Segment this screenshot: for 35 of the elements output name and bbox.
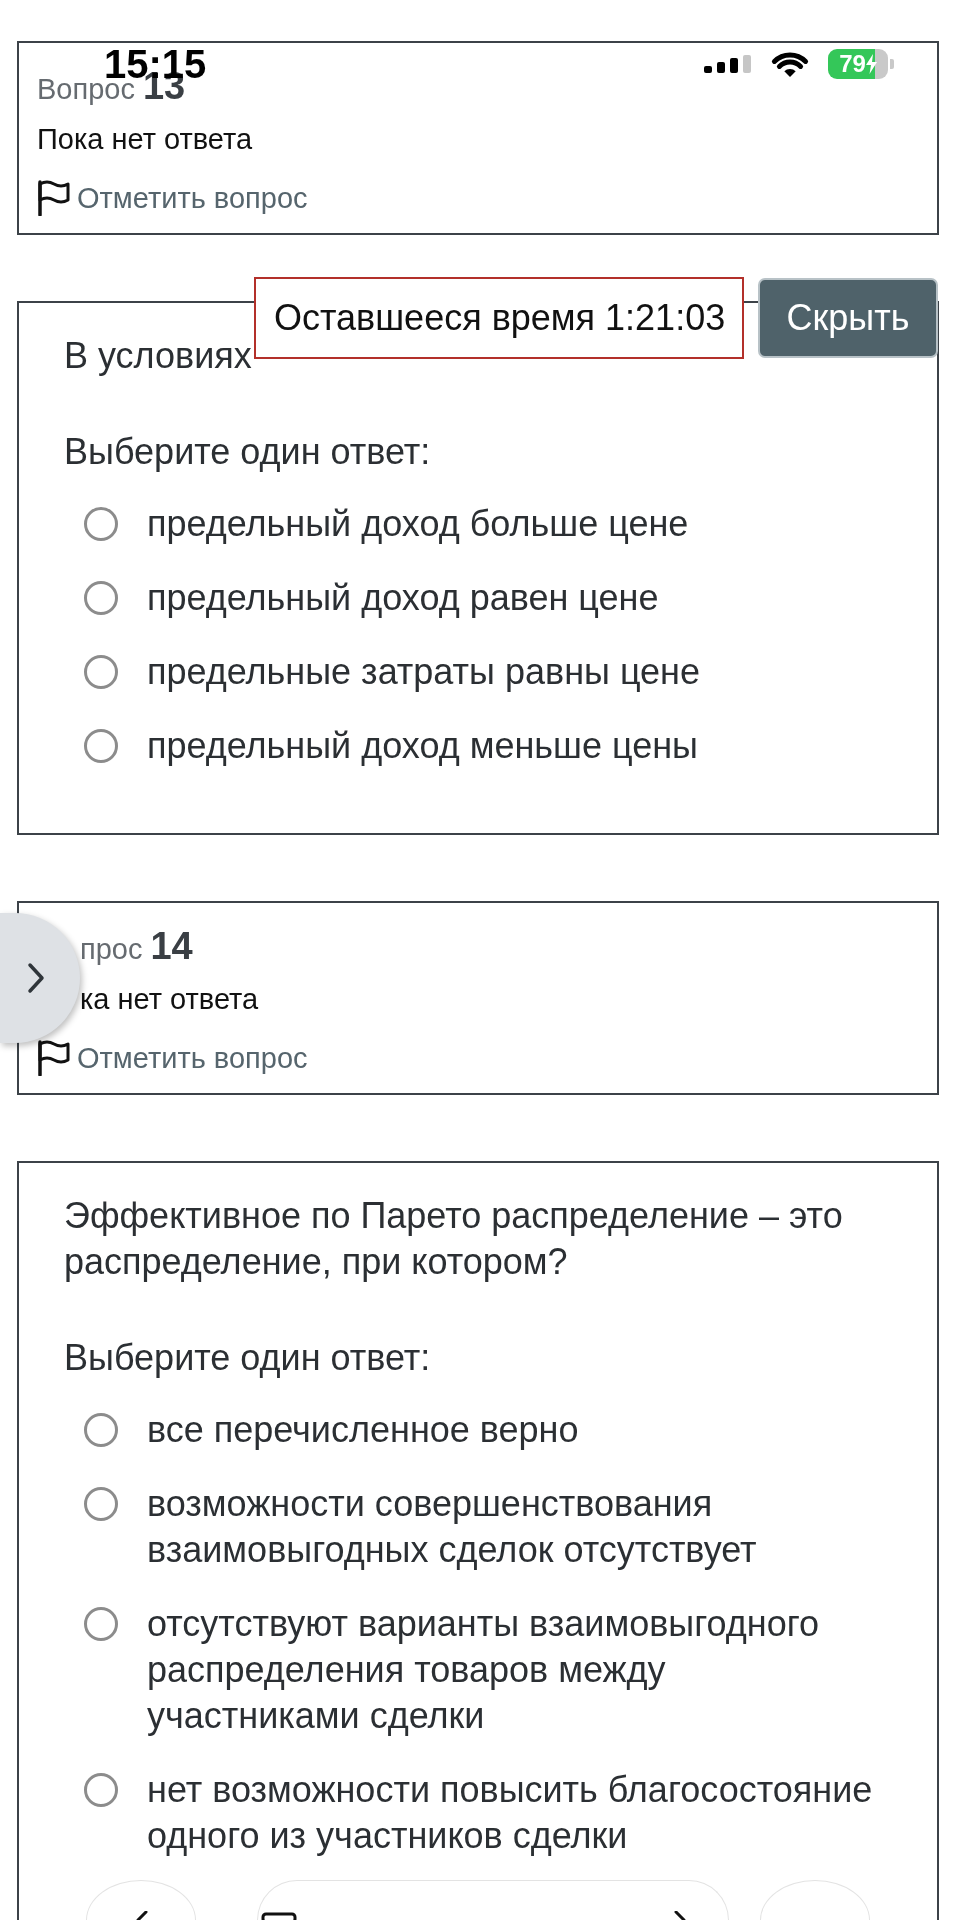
flag-question-link[interactable]: Отметить вопрос <box>37 180 308 216</box>
answer-option-label[interactable]: отсутствуют варианты взаимовыгодного распределения товаров между участниками сделки <box>147 1601 879 1739</box>
chevron-right-icon <box>26 962 46 994</box>
radio-button[interactable] <box>84 729 118 763</box>
answer-prompt: Выберите один ответ: <box>64 1336 431 1380</box>
hide-timer-button[interactable]: Скрыть <box>758 278 938 358</box>
question-text: В условиях <box>64 334 252 378</box>
answer-prompt: Выберите один ответ: <box>64 430 431 474</box>
radio-button[interactable] <box>84 655 118 689</box>
answer-option-label[interactable]: предельный доход равен цене <box>147 575 879 621</box>
radio-button[interactable] <box>84 507 118 541</box>
answer-option-label[interactable]: все перечисленное верно <box>147 1407 879 1453</box>
answer-option-label[interactable]: предельные затраты равны цене <box>147 649 879 695</box>
signal-icon <box>704 55 752 73</box>
timer-text: Оставшееся время 1:21:03 <box>274 296 726 340</box>
chevron-left-icon <box>134 1911 148 1920</box>
flag-question-link[interactable]: Отметить вопрос <box>37 1040 308 1076</box>
radio-button[interactable] <box>84 581 118 615</box>
radio-button[interactable] <box>84 1413 118 1447</box>
answer-status: Пока нет ответа <box>37 122 253 157</box>
question-text: Эффективное по Парето распределение – это распределение, при котором? <box>64 1194 844 1284</box>
radio-button[interactable] <box>84 1773 118 1807</box>
answer-option-label[interactable]: предельный доход больше цене <box>147 501 879 547</box>
answer-option-label[interactable]: нет возможности повысить благосостояние одного из участников сделки <box>147 1767 879 1859</box>
question-label: прос <box>80 932 143 967</box>
answer-status: ка нет ответа <box>80 982 259 1017</box>
battery-percentage: 79 <box>839 49 866 79</box>
answer-option-label[interactable]: возможности совершенствования взаимовыгодных сделок отсутствует <box>147 1481 879 1573</box>
lightning-bolt-icon <box>865 54 877 74</box>
chevron-right-icon <box>674 1911 688 1920</box>
wifi-icon <box>770 50 810 78</box>
radio-button[interactable] <box>84 1607 118 1641</box>
answer-option-label[interactable]: предельный доход меньше цены <box>147 723 879 769</box>
question-number: 14 <box>150 924 193 969</box>
radio-button[interactable] <box>84 1487 118 1521</box>
